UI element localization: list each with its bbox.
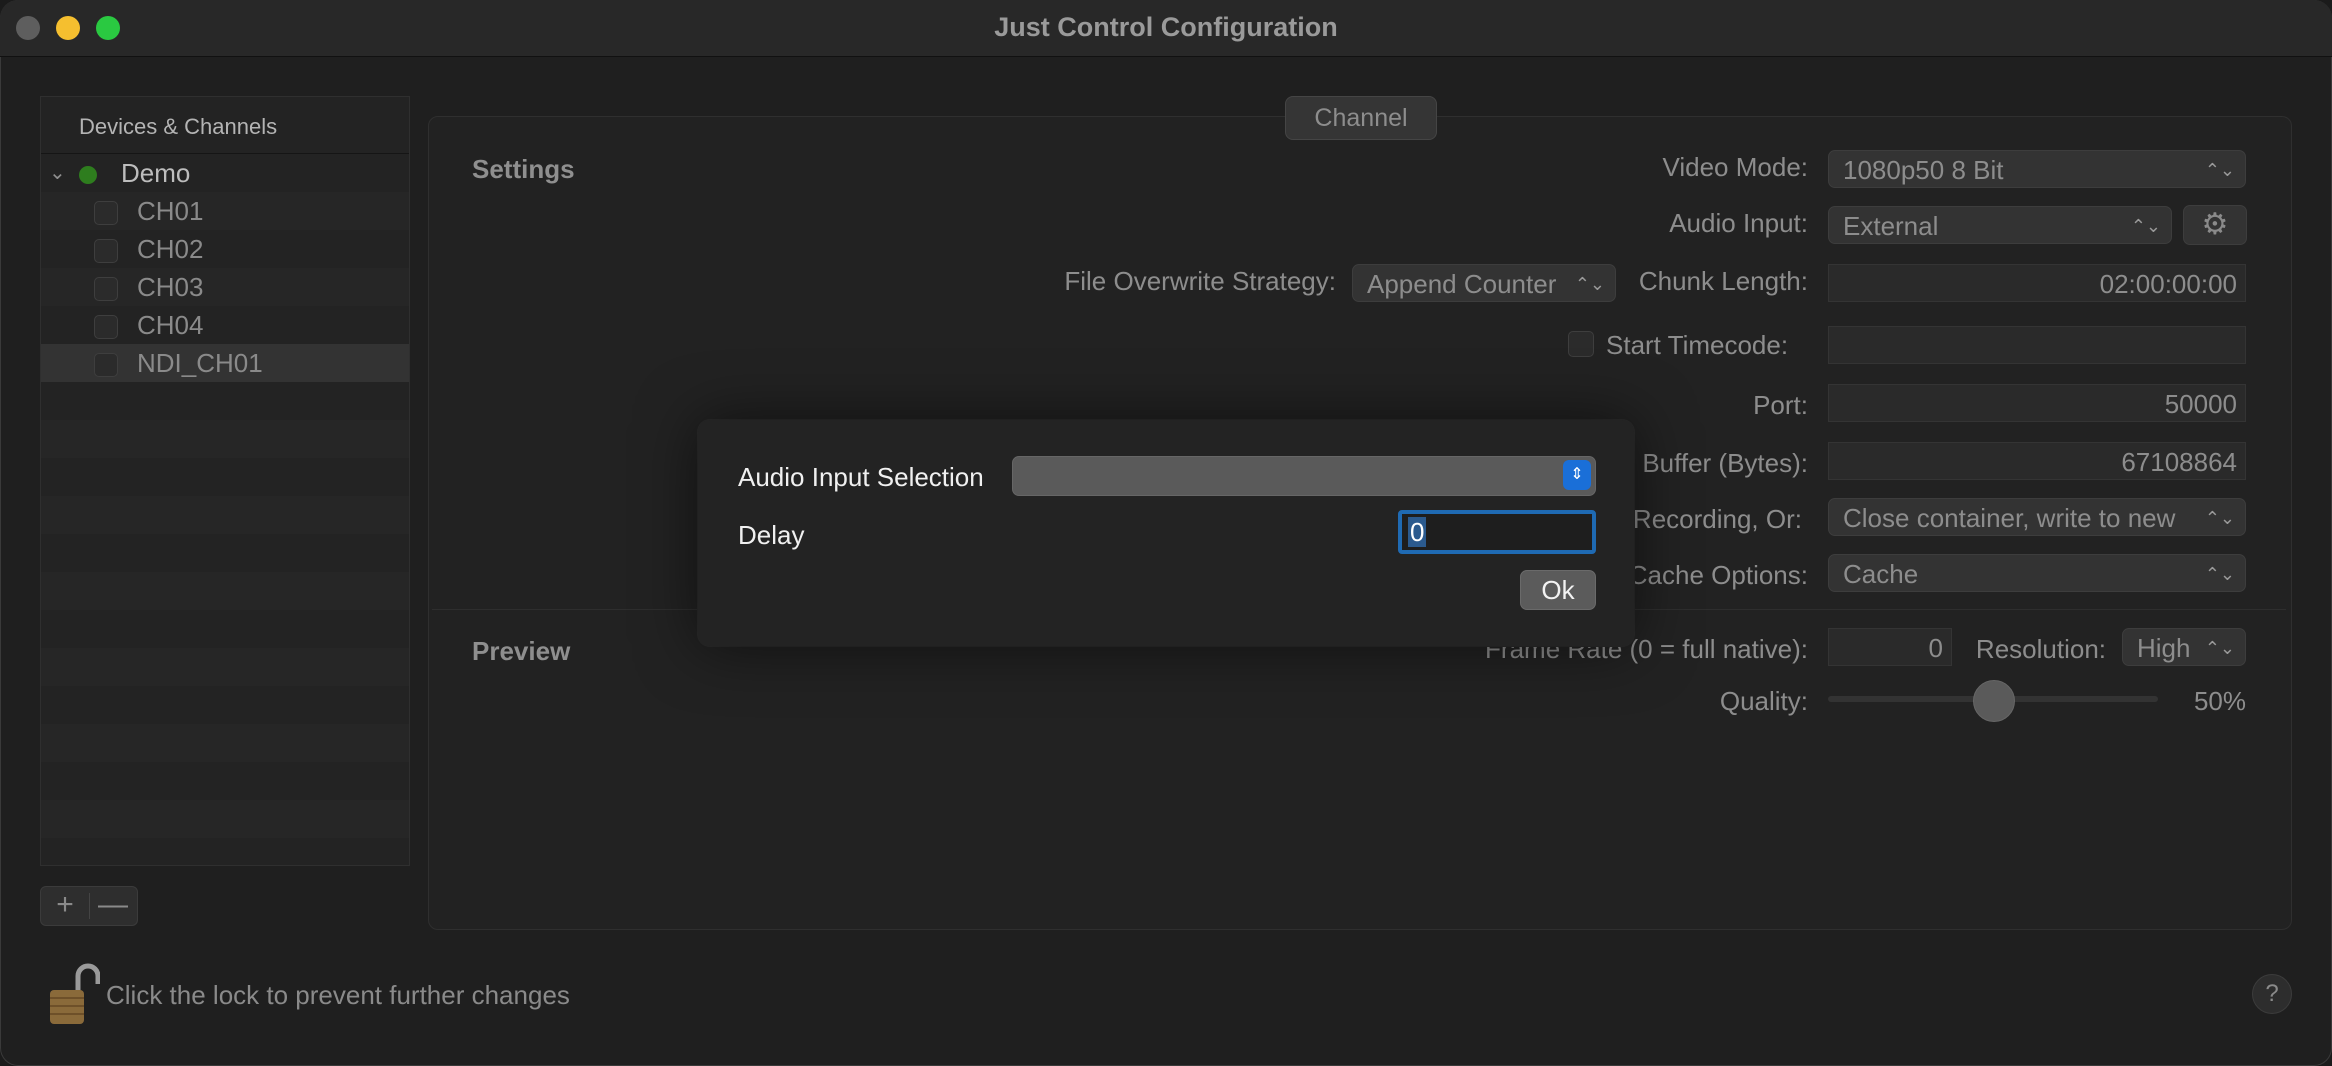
channel-row[interactable]: CH01 [41,192,409,230]
chevron-updown-icon: ⌃⌄ [2204,564,2235,584]
lock-icon[interactable] [48,962,100,1026]
empty-row [41,610,409,648]
file-overwrite-select[interactable]: Append Counter ⌃⌄ [1352,264,1616,302]
audio-input-selection-label: Audio Input Selection [738,462,984,492]
channel-label: CH03 [137,272,204,302]
empty-row [41,762,409,800]
remove-channel-button[interactable]: — [89,887,137,923]
empty-row [41,382,409,420]
audio-input-value: External [1843,211,1939,241]
help-button[interactable]: ? [2252,974,2292,1014]
chevron-updown-icon: ⇕ [1563,460,1591,490]
window-title: Just Control Configuration [994,12,1338,42]
settings-heading: Settings [472,154,575,184]
empty-row [41,420,409,458]
ok-button[interactable]: Ok [1520,570,1596,610]
channel-checkbox[interactable] [94,315,118,339]
title-bar: Just Control Configuration [0,0,2332,57]
frame-rate-field[interactable]: 0 [1828,628,1952,666]
lock-message: Click the lock to prevent further change… [106,980,570,1010]
empty-row [41,496,409,534]
channel-row[interactable]: CH02 [41,230,409,268]
chunk-length-field[interactable]: 02:00:00:00 [1828,264,2246,302]
device-name: Demo [121,158,191,188]
audio-input-label: Audio Input: [1669,208,1808,238]
channel-label: NDI_CH01 [137,348,263,378]
channel-checkbox[interactable] [94,201,118,225]
cache-options-value: Cache [1843,559,1919,589]
channel-checkbox[interactable] [94,277,118,301]
chevron-updown-icon: ⌃⌄ [1574,274,1605,294]
delay-value: 0 [1408,517,1427,547]
audio-input-select[interactable]: External ⌃⌄ [1828,206,2172,244]
empty-row [41,724,409,762]
channel-checkbox[interactable] [94,239,118,263]
delay-input[interactable]: 0 [1398,510,1596,554]
empty-row [41,686,409,724]
empty-row [41,648,409,686]
channel-row-selected[interactable]: NDI_CH01 [41,344,409,382]
buffer-field[interactable]: 67108864 [1828,442,2246,480]
video-mode-select[interactable]: 1080p50 8 Bit ⌃⌄ [1828,150,2246,188]
audio-input-selection-select[interactable]: ⇕ [1012,456,1596,496]
empty-row [41,458,409,496]
video-mode-label: Video Mode: [1662,152,1808,182]
resolution-select[interactable]: High ⌃⌄ [2122,628,2246,666]
gear-icon: ⚙ [2201,208,2229,241]
quality-value: 50% [2193,686,2246,716]
chevron-updown-icon: ⌃⌄ [2130,216,2161,236]
recording-value: Close container, write to new [1843,503,2176,533]
file-overwrite-label: File Overwrite Strategy: [1064,266,1336,296]
chevron-updown-icon: ⌃⌄ [2204,508,2235,528]
add-remove-control: + — [40,886,138,926]
chunk-length-label: Chunk Length: [1638,266,1808,296]
preview-heading: Preview [472,636,571,666]
recording-select[interactable]: Close container, write to new ⌃⌄ [1828,498,2246,536]
start-timecode-label: Start Timecode: [1606,330,1789,360]
app-window: Just Control Configuration Devices & Cha… [0,0,2332,1066]
resolution-label: Resolution: [1975,634,2106,664]
cache-options-select[interactable]: Cache ⌃⌄ [1828,554,2246,592]
start-timecode-checkbox[interactable] [1568,331,1594,357]
device-status-dot [79,166,97,184]
port-label: Port: [1753,390,1808,420]
channel-checkbox[interactable] [94,353,118,377]
devices-channels-list: Devices & Channels ⌄ Demo CH01 CH02 CH03… [40,96,410,866]
sidebar-header: Devices & Channels [41,97,409,154]
chevron-down-icon[interactable]: ⌄ [49,154,66,192]
resolution-value: High [2137,633,2191,663]
video-mode-value: 1080p50 8 Bit [1843,155,2004,185]
channel-label: CH04 [137,310,204,340]
quality-slider-knob[interactable] [1973,680,2015,722]
add-channel-button[interactable]: + [41,887,89,923]
audio-input-dialog: Audio Input Selection ⇕ Delay 0 Ok [698,420,1634,646]
chevron-updown-icon: ⌃⌄ [2204,638,2235,658]
start-timecode-field[interactable] [1828,326,2246,364]
empty-row [41,572,409,610]
chevron-updown-icon: ⌃⌄ [2204,160,2235,180]
port-field[interactable]: 50000 [1828,384,2246,422]
channel-label: CH02 [137,234,204,264]
empty-row [41,800,409,838]
channel-row[interactable]: CH04 [41,306,409,344]
tab-channel[interactable]: Channel [1285,96,1437,140]
file-overwrite-value: Append Counter [1367,269,1557,299]
device-row-demo[interactable]: ⌄ Demo [41,154,409,192]
audio-settings-button[interactable]: ⚙ [2183,205,2247,245]
channel-label: CH01 [137,196,204,226]
delay-label: Delay [738,520,805,550]
channel-row[interactable]: CH03 [41,268,409,306]
quality-label: Quality: [1719,686,1808,716]
empty-row [41,534,409,572]
